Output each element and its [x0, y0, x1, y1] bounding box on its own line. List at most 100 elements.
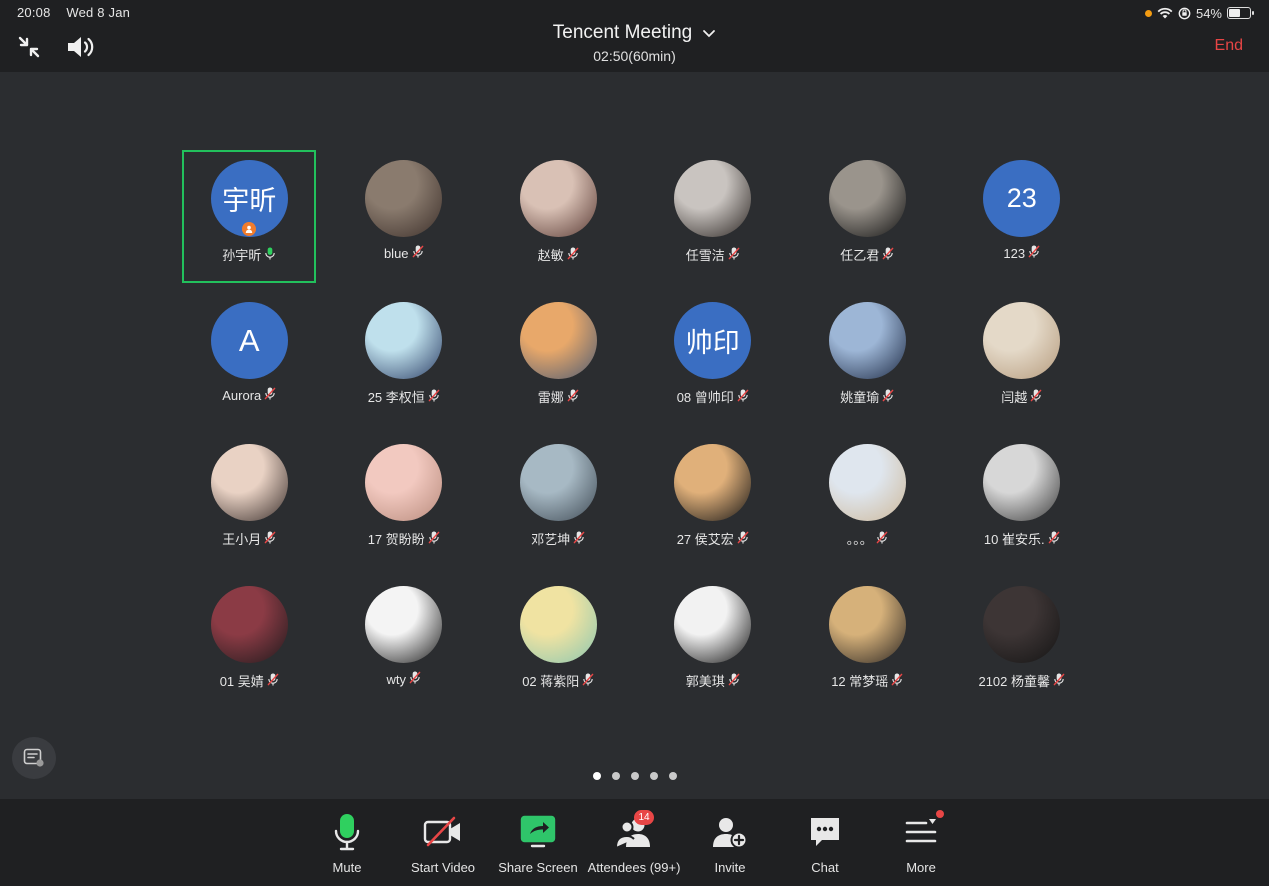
toolbar-buttons: Mute Start Video Share Screen 14 Attende… [300, 799, 960, 886]
participant-label: 。。。 [847, 529, 888, 548]
photo-avatar [519, 586, 597, 663]
participant-tile[interactable]: 邓艺坤 [481, 434, 636, 576]
battery-icon [1227, 7, 1254, 19]
status-time: 20:08 [17, 5, 51, 20]
status-date: Wed 8 Jan [66, 5, 131, 20]
mic-muted-icon [1030, 388, 1042, 405]
participant-grid: 宇昕 孙宇昕 blue 赵敏 任雪洁 任乙君 23 123 A Aurora 25 李权恒 雷娜 帅印 0… [172, 150, 1099, 718]
text-avatar: 23 [983, 160, 1061, 237]
participant-tile[interactable]: 23 123 [945, 150, 1100, 292]
chevron-down-icon [703, 29, 716, 37]
participant-tile[interactable]: 任雪洁 [636, 150, 791, 292]
battery-percent: 54% [1195, 5, 1222, 21]
participant-name: wty [386, 671, 407, 687]
participant-label: 邓艺坤 [531, 529, 585, 548]
participant-label: 17 贺盼盼 [368, 529, 440, 548]
participant-tile[interactable]: 2102 杨童馨 [945, 576, 1100, 718]
share-screen-button[interactable]: Share Screen [488, 812, 588, 875]
top-bar: 20:08 Wed 8 Jan 54% Tencent Meeting 02:5… [0, 0, 1269, 72]
photo-avatar [519, 302, 597, 379]
participant-label: 任乙君 [840, 245, 894, 264]
participant-label: Aurora [222, 387, 276, 403]
page-dot[interactable] [649, 772, 658, 780]
photo-avatar [983, 302, 1061, 379]
page-dot[interactable] [611, 772, 620, 780]
page-dot[interactable] [630, 772, 639, 780]
participant-tile[interactable]: 12 常梦瑶 [790, 576, 945, 718]
mic-muted-icon [567, 246, 579, 263]
mic-muted-icon [882, 388, 894, 405]
meeting-title-dropdown[interactable]: Tencent Meeting [553, 22, 716, 44]
photo-avatar [828, 160, 906, 237]
photo-avatar [674, 160, 752, 237]
share-screen-icon [520, 815, 556, 848]
participant-tile[interactable]: 17 贺盼盼 [327, 434, 482, 576]
attendees-count-badge: 14 [634, 810, 654, 825]
participant-tile[interactable]: 王小月 [172, 434, 327, 576]
mic-muted-icon [264, 387, 276, 403]
participant-tile[interactable]: 10 崔安乐. [945, 434, 1100, 576]
mute-button[interactable]: Mute [297, 812, 397, 875]
participant-tile[interactable]: 赵敏 [481, 150, 636, 292]
participant-label: 闫越 [1001, 387, 1042, 406]
invite-icon [713, 818, 748, 849]
meeting-timer: 02:50(60min) [593, 48, 676, 64]
participant-label: 10 崔安乐. [984, 529, 1060, 548]
camera-off-icon [423, 816, 460, 847]
participant-tile[interactable]: 27 侯艾宏 [636, 434, 791, 576]
invite-label: Invite [714, 860, 746, 875]
participant-tile[interactable]: wty [327, 576, 482, 718]
mic-muted-icon [876, 530, 888, 547]
participant-tile[interactable]: 雷娜 [481, 292, 636, 434]
end-meeting-button[interactable]: End [1215, 37, 1243, 55]
mic-muted-icon [412, 245, 424, 261]
mic-muted-icon [267, 672, 279, 689]
photo-avatar [674, 586, 752, 663]
participant-tile[interactable]: 01 吴婧 [172, 576, 327, 718]
attendees-button[interactable]: 14 Attendees (99+) [584, 810, 684, 875]
chat-icon [811, 818, 839, 846]
mic-muted-icon [409, 671, 421, 687]
mic-muted-icon [737, 388, 749, 405]
chat-label: Chat [811, 860, 839, 875]
photo-avatar [519, 444, 597, 521]
invite-button[interactable]: Invite [680, 812, 780, 875]
photo-avatar [365, 444, 443, 521]
photo-avatar [365, 160, 443, 237]
participant-tile[interactable]: 25 李权恒 [327, 292, 482, 434]
participant-label: 27 侯艾宏 [677, 529, 749, 548]
participant-tile[interactable]: 闫越 [945, 292, 1100, 434]
mic-muted-icon [728, 672, 740, 689]
participant-name: 01 吴婧 [219, 674, 264, 689]
participant-name: 123 [1003, 245, 1026, 261]
mic-muted-icon [567, 388, 579, 405]
participant-tile[interactable]: 。。。 [790, 434, 945, 576]
text-avatar: 帅印 [674, 302, 752, 379]
start-video-button[interactable]: Start Video [393, 812, 493, 875]
participant-name: 雷娜 [537, 390, 564, 405]
more-button[interactable]: More [871, 810, 971, 875]
participant-name: 王小月 [222, 532, 262, 547]
participant-tile[interactable]: blue [327, 150, 482, 292]
status-bar-left: 20:08 Wed 8 Jan [17, 5, 142, 20]
participant-tile[interactable]: 宇昕 孙宇昕 [172, 150, 327, 292]
mute-label: Mute [332, 860, 362, 875]
photo-avatar [828, 586, 906, 663]
participant-name: 17 贺盼盼 [367, 532, 425, 547]
participant-tile[interactable]: 郭美琪 [636, 576, 791, 718]
participant-tile[interactable]: 02 蒋紫阳 [481, 576, 636, 718]
page-dot[interactable] [592, 772, 601, 780]
participant-label: 雷娜 [538, 387, 579, 406]
photo-avatar [365, 586, 443, 663]
participant-tile[interactable]: 姚童瑜 [790, 292, 945, 434]
participant-tile[interactable]: 任乙君 [790, 150, 945, 292]
chat-button[interactable]: Chat [775, 812, 875, 875]
mic-muted-icon [1028, 245, 1040, 261]
participant-tile[interactable]: 帅印 08 曾帅印 [636, 292, 791, 434]
participant-label: 王小月 [222, 529, 276, 548]
participant-tile[interactable]: A Aurora [172, 292, 327, 434]
participant-label: 12 常梦瑶 [831, 671, 903, 690]
participant-label: 01 吴婧 [220, 671, 279, 690]
mic-muted-icon [882, 246, 894, 263]
page-dot[interactable] [668, 772, 677, 780]
